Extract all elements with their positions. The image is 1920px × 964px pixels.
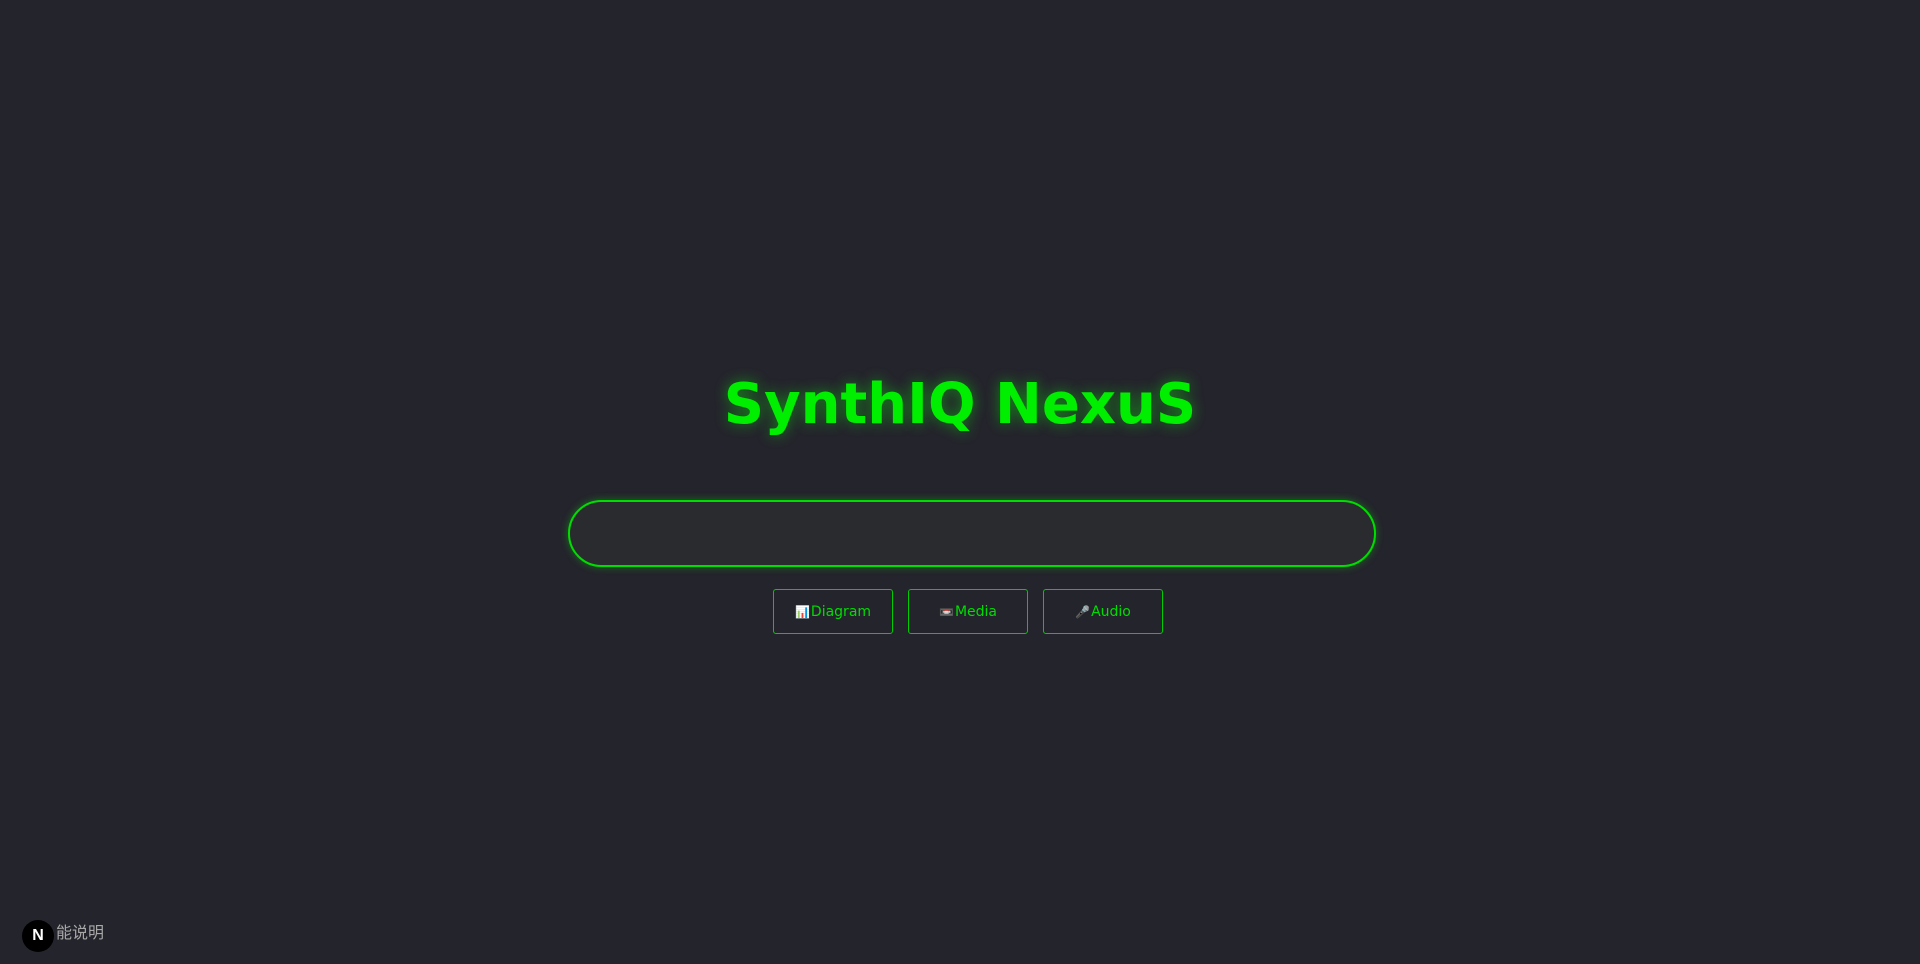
bar-chart-icon: 📊 bbox=[794, 604, 810, 619]
media-button-label: Media bbox=[954, 603, 997, 620]
audio-button[interactable]: 🎤 Audio bbox=[1043, 589, 1163, 634]
microphone-icon: 🎤 bbox=[1075, 604, 1091, 619]
media-button[interactable]: 📼 Media bbox=[908, 589, 1028, 634]
nextjs-logo-icon: N bbox=[32, 927, 44, 944]
videocassette-icon: 📼 bbox=[938, 604, 954, 619]
diagram-button[interactable]: 📊 Diagram bbox=[773, 589, 893, 634]
dev-indicator-label: 能说明 bbox=[56, 923, 105, 942]
audio-button-label: Audio bbox=[1091, 603, 1131, 620]
search-input[interactable] bbox=[568, 500, 1376, 567]
diagram-button-label: Diagram bbox=[810, 603, 872, 620]
nextjs-dev-indicator-button[interactable]: N bbox=[22, 920, 54, 952]
app-title: SynthIQ NexuS bbox=[723, 372, 1197, 437]
